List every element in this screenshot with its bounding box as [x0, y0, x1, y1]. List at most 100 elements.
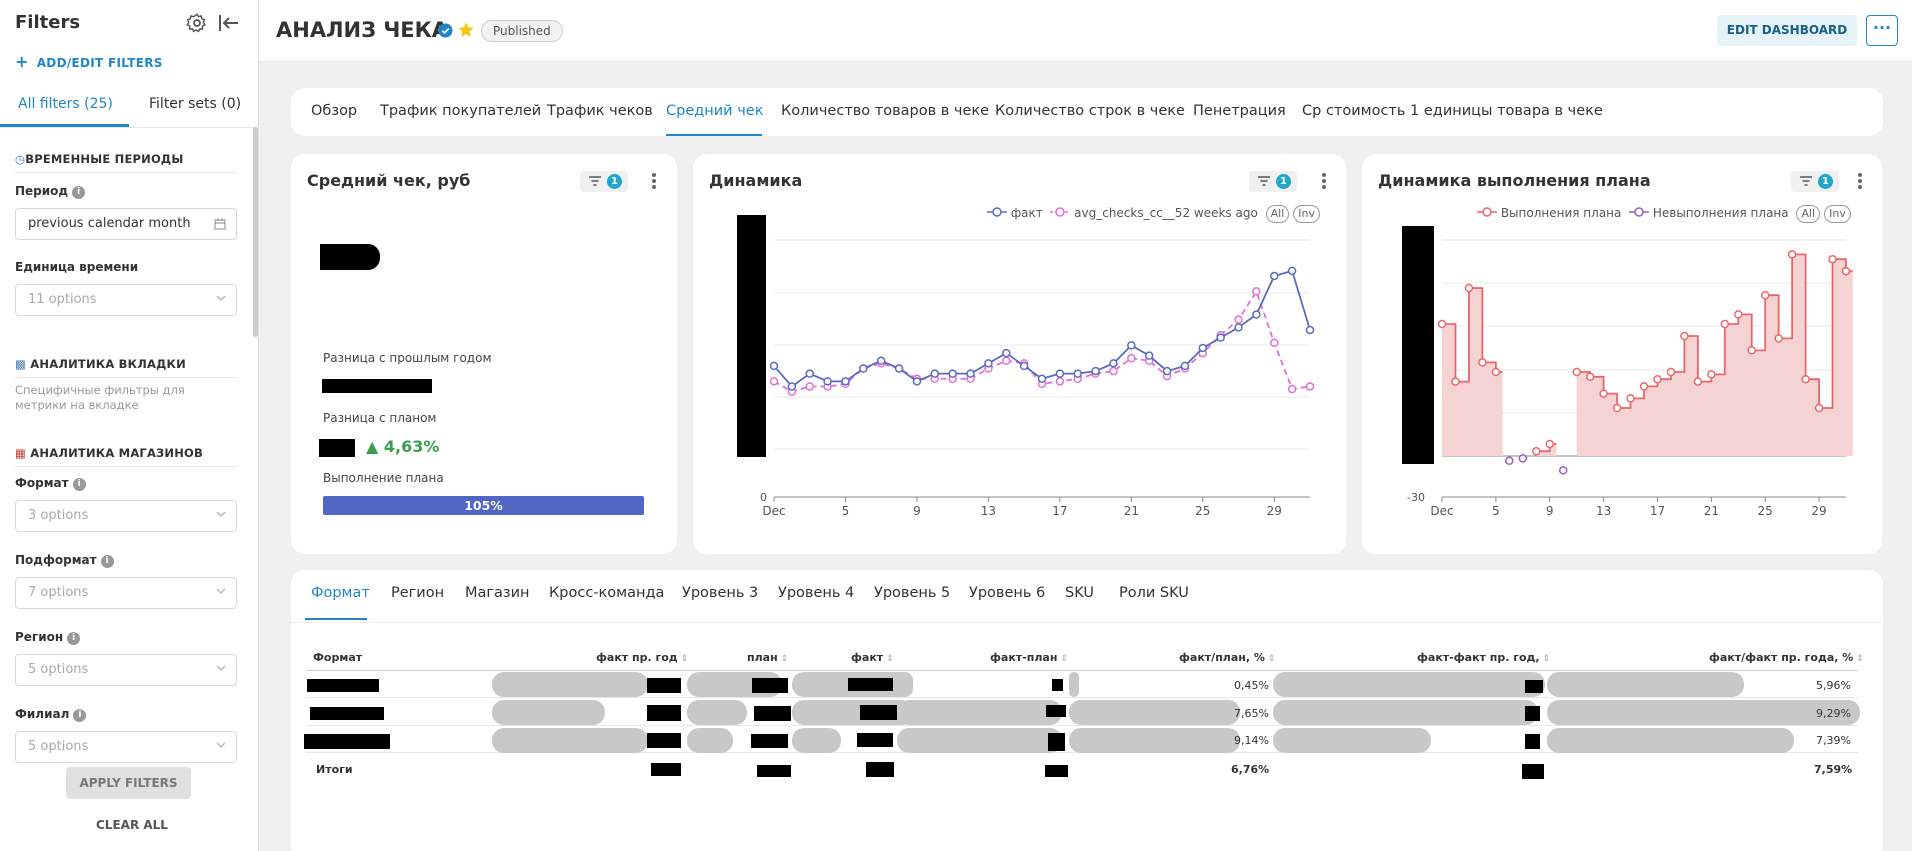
tab-level-5[interactable]: Уровень 5 — [874, 585, 950, 601]
x-tick-label: 29 — [1811, 504, 1826, 518]
section-time-periods: ◷ВРЕМЕННЫЕ ПЕРИОДЫ — [15, 152, 184, 166]
tab-cross-team[interactable]: Кросс-команда — [549, 585, 664, 601]
redacted-cell — [1525, 680, 1543, 693]
chevron-down-icon — [216, 742, 226, 748]
data-point — [1505, 456, 1514, 466]
redacted-value — [322, 379, 432, 393]
sidebar-scrollbar[interactable] — [253, 127, 258, 337]
tab-sku-roles[interactable]: Роли SKU — [1119, 585, 1189, 601]
data-point — [930, 369, 940, 378]
col-header-format[interactable]: Формат — [313, 651, 362, 664]
card-menu-icon[interactable] — [1321, 172, 1327, 190]
total-label: Итоги — [316, 763, 353, 776]
data-point — [1437, 319, 1447, 329]
filter-badge[interactable]: 1 — [1249, 171, 1297, 192]
card-menu-icon[interactable] — [651, 172, 657, 190]
x-tick-label: Dec — [762, 504, 785, 518]
tab-store[interactable]: Магазин — [465, 585, 530, 601]
tab-level-3[interactable]: Уровень 3 — [682, 585, 758, 601]
data-point — [1491, 367, 1501, 377]
col-header-fact-plan-pct[interactable]: факт/план, % ⇕ — [1179, 651, 1275, 664]
period-select[interactable]: previous calendar month — [15, 208, 237, 240]
tab-customer-traffic[interactable]: Трафик покупателей — [380, 103, 541, 119]
dashboard-header: АНАЛИЗ ЧЕКА Published EDIT DASHBOARD ··· — [259, 0, 1912, 62]
branch-select[interactable]: 5 options — [15, 731, 237, 763]
collapse-icon[interactable] — [218, 13, 240, 33]
bar-cell — [1069, 700, 1240, 725]
tab-level-6[interactable]: Уровень 6 — [969, 585, 1045, 601]
info-icon[interactable]: i — [67, 632, 81, 645]
dynamics-title: Динамика — [709, 171, 803, 190]
data-point — [1216, 333, 1225, 342]
bar-cell — [492, 672, 648, 697]
redacted-cell — [307, 679, 379, 692]
tab-level-4[interactable]: Уровень 4 — [778, 585, 854, 601]
filter-badge[interactable]: 1 — [1791, 171, 1839, 192]
tab-format[interactable]: Формат — [311, 585, 370, 601]
tab-items-per-check[interactable]: Количество товаров в чеке — [781, 103, 989, 119]
col-header-fact-fact-year-pct[interactable]: факт/факт пр. года, % ⇕ — [1709, 651, 1864, 664]
apply-filters-button[interactable]: APPLY FILTERS — [66, 767, 191, 799]
data-point — [948, 369, 957, 378]
tab-overview[interactable]: Обзор — [311, 103, 357, 119]
bar-cell — [897, 728, 1062, 753]
filter-badge[interactable]: 1 — [580, 171, 628, 192]
card-menu-icon[interactable] — [1857, 172, 1863, 190]
add-edit-filters-button[interactable]: + ADD/EDIT FILTERS — [15, 52, 163, 71]
redacted-cell — [751, 734, 788, 748]
data-point — [1814, 403, 1824, 413]
redacted-cell — [1048, 733, 1065, 751]
data-point — [1019, 361, 1029, 371]
bar-cell — [687, 700, 747, 725]
x-tick-label: 9 — [1546, 504, 1554, 518]
gear-icon[interactable] — [186, 12, 208, 34]
sidebar-tabs: All filters (25) Filter sets (0) — [0, 84, 259, 128]
redacted-cell — [647, 705, 681, 721]
data-point — [1626, 394, 1635, 403]
info-icon[interactable]: i — [72, 478, 86, 491]
completion-label: Выполнение плана — [323, 471, 444, 485]
redacted-cell — [310, 707, 384, 720]
total-pct-plan: 6,76% — [1231, 763, 1270, 776]
subformat-select[interactable]: 7 options — [15, 577, 237, 609]
col-header-fact-plan[interactable]: факт-план ⇕ — [990, 651, 1068, 664]
col-header-plan[interactable]: план ⇕ — [747, 651, 788, 664]
tab-avg-check[interactable]: Средний чек — [666, 103, 763, 119]
data-point — [1127, 341, 1136, 350]
x-tick-label: 25 — [1758, 504, 1773, 518]
col-header-prev-year[interactable]: факт пр. год ⇕ — [596, 651, 688, 664]
star-icon[interactable] — [457, 21, 475, 39]
data-point — [805, 382, 814, 391]
tab-sku[interactable]: SKU — [1065, 585, 1094, 601]
format-select[interactable]: 3 options — [15, 500, 237, 532]
data-point — [894, 364, 904, 373]
tab-lines-per-check[interactable]: Количество строк в чеке — [995, 103, 1185, 119]
data-point — [1180, 361, 1190, 371]
edit-dashboard-button[interactable]: EDIT DASHBOARD — [1717, 15, 1857, 46]
x-tick-label: 5 — [1492, 504, 1500, 518]
tab-filter-sets[interactable]: Filter sets (0) — [149, 96, 241, 112]
time-unit-select[interactable]: 11 options — [15, 284, 237, 316]
info-icon[interactable]: i — [100, 555, 114, 568]
tab-penetration[interactable]: Пенетрация — [1193, 103, 1286, 119]
redacted-cell — [752, 678, 788, 693]
clear-all-button[interactable]: CLEAR ALL — [96, 818, 168, 832]
more-options-button[interactable]: ··· — [1866, 15, 1898, 46]
tab-all-filters[interactable]: All filters (25) — [18, 96, 113, 112]
col-header-fact-fact-year[interactable]: факт-факт пр. год, ⇕ — [1417, 651, 1550, 664]
info-icon[interactable]: i — [73, 709, 87, 722]
region-select[interactable]: 5 options — [15, 654, 237, 686]
info-icon[interactable]: i — [72, 186, 86, 199]
active-tab-underline — [666, 134, 762, 136]
pct-plan-cell: 9,14% — [1234, 734, 1269, 747]
tab-region[interactable]: Регион — [391, 585, 444, 601]
data-point — [1464, 283, 1474, 293]
bar-cell — [792, 728, 841, 753]
tab-unit-cost[interactable]: Ср стоимость 1 единицы товара в чеке — [1302, 103, 1603, 119]
plus-icon: + — [15, 52, 29, 71]
completion-progress-bar: 105% — [323, 496, 644, 515]
tab-check-traffic[interactable]: Трафик чеков — [547, 103, 653, 119]
data-point — [1639, 382, 1649, 391]
active-tab-underline — [305, 618, 367, 620]
col-header-fact[interactable]: факт ⇕ — [851, 651, 894, 664]
